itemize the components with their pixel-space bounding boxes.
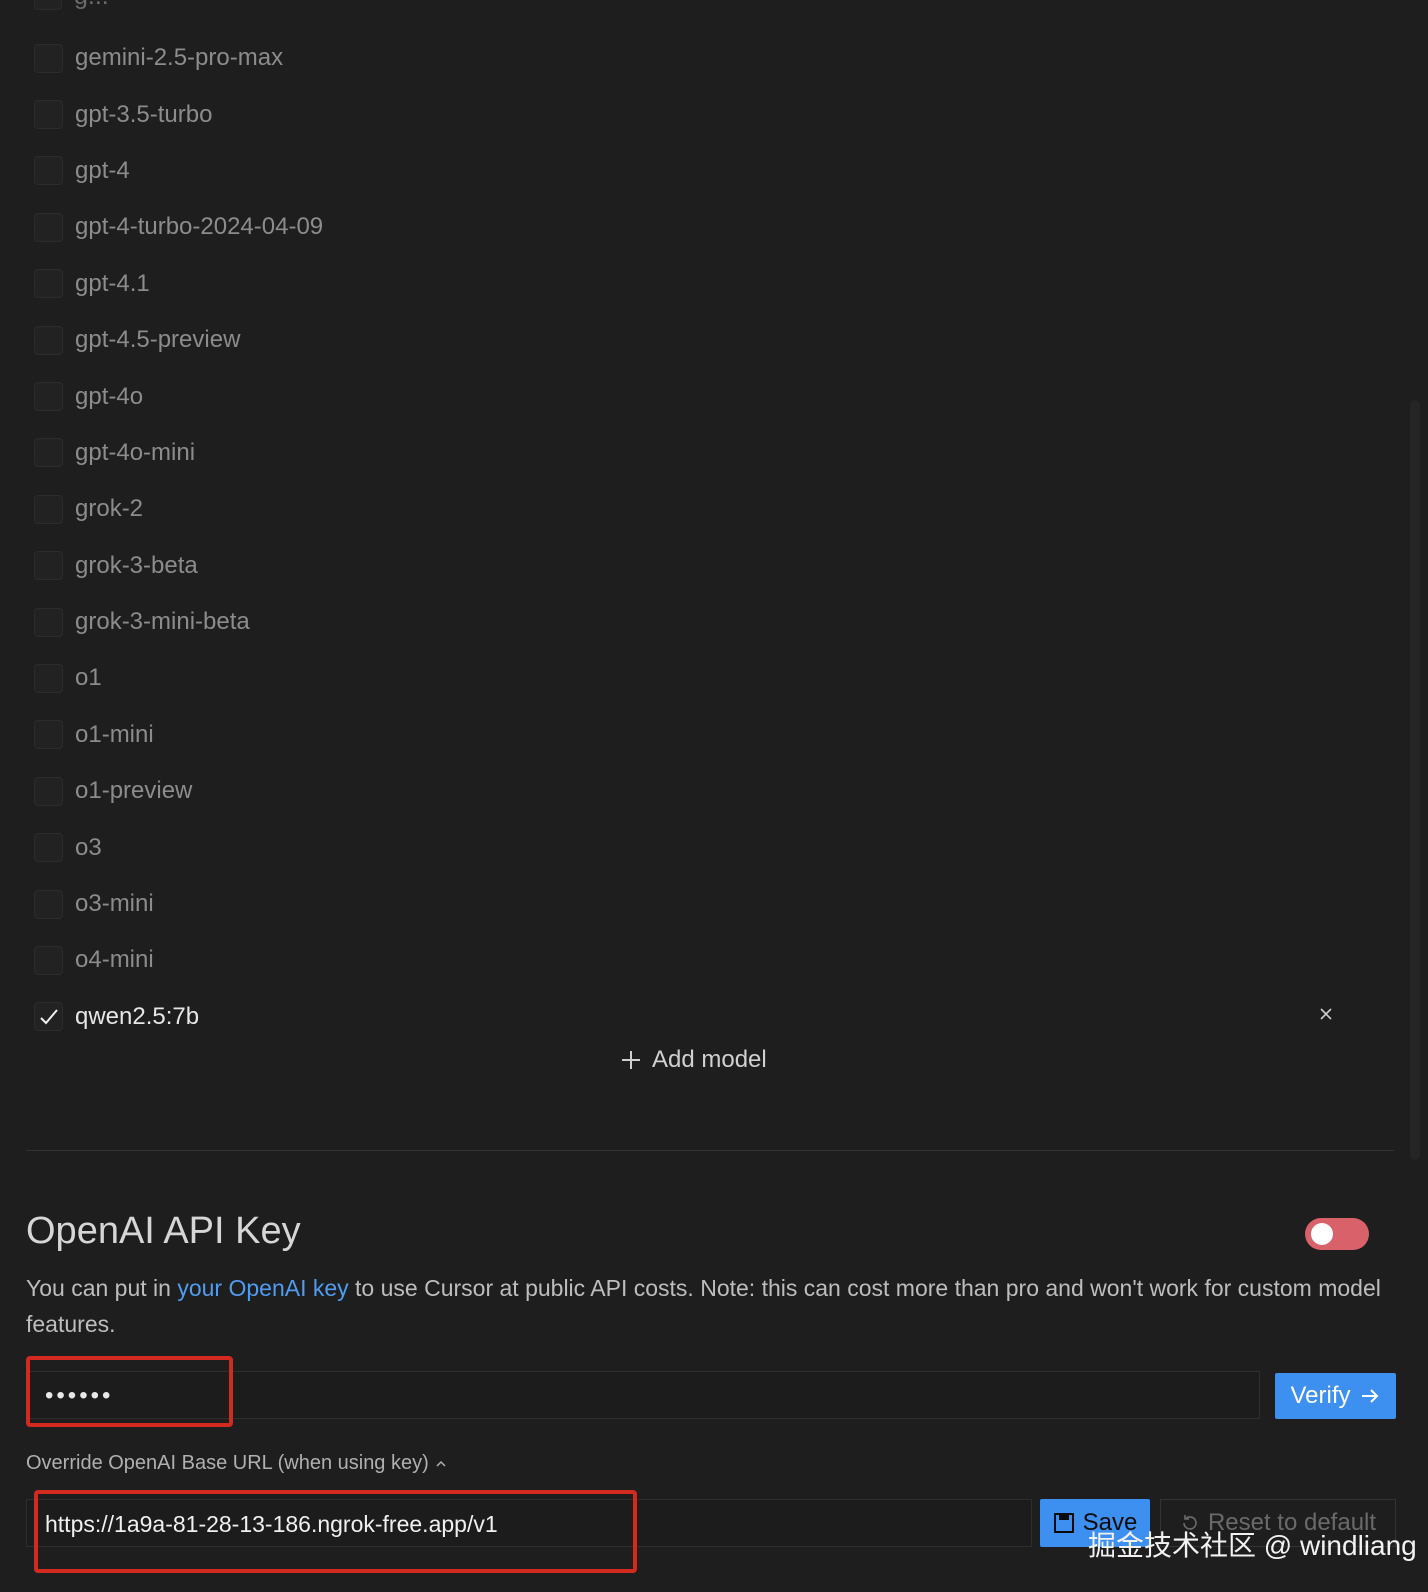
model-checkbox[interactable] [34, 551, 63, 581]
remove-model-button[interactable] [1316, 1004, 1336, 1024]
chevron-up-icon [436, 1460, 446, 1467]
model-checkbox[interactable] [34, 833, 63, 863]
model-item[interactable]: gpt-4.5-preview [34, 312, 1374, 368]
model-item[interactable]: gpt-4 [34, 143, 1374, 199]
override-base-url-toggle[interactable]: Override OpenAI Base URL (when using key… [26, 1452, 447, 1475]
watermark: 掘金技术社区 @ windliang [1088, 1530, 1417, 1561]
close-icon [1320, 1008, 1332, 1020]
model-checkbox[interactable] [34, 212, 63, 242]
model-checkbox[interactable] [34, 720, 63, 750]
save-icon [1053, 1513, 1074, 1533]
model-checkbox[interactable] [34, 494, 63, 524]
model-item[interactable]: o1-mini [34, 707, 1374, 763]
plus-icon [622, 1051, 640, 1069]
model-label: o1 [75, 664, 102, 692]
section-divider [26, 1150, 1394, 1151]
model-checkbox[interactable] [34, 776, 63, 806]
model-item[interactable]: o1 [34, 650, 1374, 706]
section-title: OpenAI API Key [26, 1210, 301, 1252]
model-item[interactable]: o3 [34, 819, 1374, 875]
add-model-button[interactable]: Add model [620, 1046, 767, 1074]
model-checkbox[interactable] [34, 43, 63, 73]
model-label: grok-3-mini-beta [75, 608, 250, 636]
model-item[interactable]: gpt-3.5-turbo [34, 86, 1374, 142]
model-item[interactable]: o4-mini [34, 932, 1374, 988]
model-checkbox[interactable] [34, 156, 63, 186]
model-checkbox[interactable] [34, 438, 63, 468]
model-label: o1-mini [75, 720, 154, 748]
toggle-knob [1311, 1223, 1333, 1245]
description: You can put in your OpenAI key to use Cu… [26, 1270, 1396, 1342]
model-item[interactable]: o1-preview [34, 763, 1374, 819]
model-label-cut: g... [74, 0, 109, 10]
model-item[interactable]: gpt-4.1 [34, 256, 1374, 312]
openai-key-toggle[interactable] [1305, 1218, 1369, 1250]
model-item[interactable]: grok-3-mini-beta [34, 594, 1374, 650]
model-label: o4-mini [75, 946, 154, 974]
model-checkbox[interactable] [34, 0, 62, 10]
model-label: gpt-4 [75, 156, 130, 184]
model-label: gpt-4.5-preview [75, 326, 241, 354]
model-checkbox[interactable] [34, 945, 63, 975]
model-checkbox[interactable] [34, 325, 63, 355]
description-text: You can put in [26, 1275, 178, 1301]
model-checkbox[interactable] [34, 382, 63, 412]
model-checkbox[interactable] [34, 100, 63, 130]
model-item[interactable]: gpt-4o-mini [34, 425, 1374, 481]
partial-model-item: g... [34, 0, 109, 10]
model-label: grok-2 [75, 495, 144, 523]
override-label: Override OpenAI Base URL (when using key… [26, 1452, 429, 1474]
model-checkbox[interactable] [34, 663, 63, 693]
model-item[interactable]: gemini-2.5-pro-max [34, 30, 1374, 86]
model-label: o3 [75, 833, 102, 861]
model-checkbox[interactable] [34, 889, 63, 919]
annotation-highlight [26, 1356, 233, 1427]
openai-key-link[interactable]: your OpenAI key [177, 1275, 348, 1301]
model-label: gpt-4o-mini [75, 438, 196, 466]
model-item[interactable]: qwen2.5:7b [34, 989, 1374, 1045]
model-item[interactable]: grok-2 [34, 481, 1374, 537]
arrow-right-icon [1361, 1389, 1378, 1403]
model-label: gpt-4-turbo-2024-04-09 [75, 213, 324, 241]
scrollbar[interactable] [1410, 400, 1420, 1160]
model-label: gpt-3.5-turbo [75, 100, 213, 128]
model-label: grok-3-beta [75, 551, 198, 579]
model-label: gpt-4.1 [75, 269, 150, 297]
model-label: gemini-2.5-pro-max [75, 44, 284, 72]
model-label: o1-preview [75, 777, 193, 805]
verify-button[interactable]: Verify [1275, 1373, 1396, 1419]
model-checkbox[interactable] [34, 1002, 63, 1032]
add-model-label: Add model [652, 1046, 767, 1073]
annotation-highlight [34, 1490, 637, 1573]
model-item[interactable]: o3-mini [34, 876, 1374, 932]
model-label: gpt-4o [75, 382, 144, 410]
model-list: gemini-2.5-pro-max gpt-3.5-turbo gpt-4 gpt-… [34, 30, 1374, 1045]
model-item[interactable]: gpt-4-turbo-2024-04-09 [34, 199, 1374, 255]
verify-label: Verify [1290, 1382, 1351, 1409]
model-label: o3-mini [75, 890, 154, 918]
model-item[interactable]: grok-3-beta [34, 538, 1374, 594]
model-item[interactable]: gpt-4o [34, 368, 1374, 424]
model-checkbox[interactable] [34, 607, 63, 637]
checkmark-icon [39, 1009, 58, 1025]
model-label: qwen2.5:7b [75, 1002, 200, 1030]
model-checkbox[interactable] [34, 269, 63, 299]
